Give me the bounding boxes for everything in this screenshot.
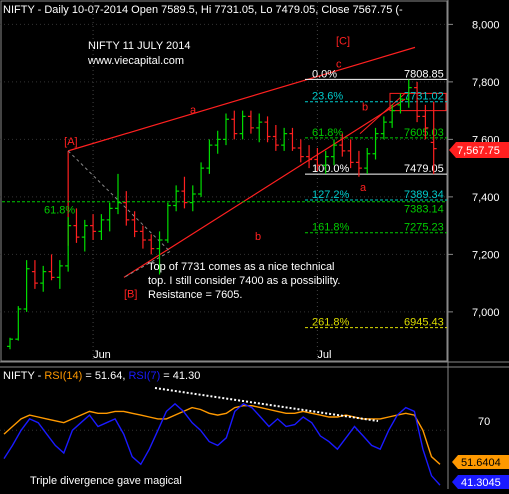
- fib-pct-label: 261.8%: [312, 317, 350, 329]
- svg-text:NIFTY - RSI(14) = 51.64, RSI(7: NIFTY - RSI(14) = 51.64, RSI(7) = 41.30: [3, 370, 200, 382]
- svg-text:41.3045: 41.3045: [461, 477, 501, 489]
- fib-value-label: 6945.43: [404, 317, 444, 329]
- fib-pct-label: 127.2%: [312, 189, 350, 201]
- y-tick-label: 8,000: [472, 19, 500, 31]
- wave-label: [C]: [336, 36, 350, 48]
- last-price-tag: 7,567.75: [449, 142, 509, 158]
- fib-pct-label: 23.6%: [312, 91, 343, 103]
- wave-label: a: [190, 105, 197, 117]
- y-tick-label: 7,200: [472, 249, 500, 261]
- rsi7-label: RSI(7): [128, 370, 160, 382]
- annotation-line-3: Resistance = 7605.: [148, 289, 242, 301]
- svg-text:51.6404: 51.6404: [461, 457, 501, 469]
- annotation-line-2: top. I still consider 7400 as a possibil…: [148, 275, 340, 287]
- fib-value-label: 7389.34: [404, 189, 444, 201]
- fib-value-label: 7808.85: [404, 68, 444, 80]
- chart-title: NIFTY 11 JULY 2014: [88, 40, 191, 52]
- fib-value-label: 7275.23: [404, 222, 444, 234]
- chart-canvas: NIFTY - Daily 10-07-2014 Open 7589.5, Hi…: [0, 0, 509, 489]
- rsi7-value: 41.30: [173, 370, 201, 382]
- wave-label: a: [360, 182, 367, 194]
- rsi-header: NIFTY - RSI(14) = 51.64, RSI(7) = 41.30: [3, 370, 200, 382]
- fib-pct-label: 161.8%: [312, 222, 350, 234]
- rsi-tick-70: 70: [478, 416, 490, 428]
- y-tick-label: 7,000: [472, 307, 500, 319]
- y-tick-label: 7,800: [472, 77, 500, 89]
- x-tick-label: Jun: [93, 349, 111, 361]
- rsi14-value: 51.64: [95, 370, 123, 382]
- wave-label: [B]: [124, 289, 137, 301]
- fib-value-label: 7605.03: [404, 127, 444, 139]
- rsi7-value-box: 41.3045: [452, 475, 509, 489]
- chart-screen: NIFTY - Daily 10-07-2014 Open 7589.5, Hi…: [0, 0, 509, 489]
- fib-pct-label: 0.0%: [312, 68, 337, 80]
- wave-label: b: [362, 102, 368, 114]
- fib-value-label: 7479.05: [404, 163, 444, 175]
- rsi14-label: RSI(14): [44, 370, 82, 382]
- rsi14-value-box: 51.6404: [452, 455, 509, 469]
- x-tick-label: Jul: [317, 349, 331, 361]
- wave-label: c: [336, 59, 342, 71]
- chart-header-title: NIFTY - Daily 10-07-2014 Open 7589.5, Hi…: [3, 4, 403, 16]
- annotation-line-1: Top of 7731 comes as a nice technical: [148, 261, 335, 273]
- last-price-label: 7,567.75: [457, 145, 500, 157]
- wave-label: b: [255, 231, 261, 243]
- support-value-label: 7383.14: [404, 204, 444, 216]
- rsi-note: Triple divergence gave magical: [30, 475, 182, 487]
- rsi-title-prefix: NIFTY -: [3, 370, 44, 382]
- fib-value-label: 7731.02: [404, 91, 444, 103]
- fib-pct-label: 61.8%: [312, 127, 343, 139]
- chart-website: www.viecapital.com: [87, 55, 184, 67]
- support-pct-label: 61.8%: [44, 205, 75, 217]
- wave-label: [A]: [64, 136, 77, 148]
- y-tick-label: 7,400: [472, 192, 500, 204]
